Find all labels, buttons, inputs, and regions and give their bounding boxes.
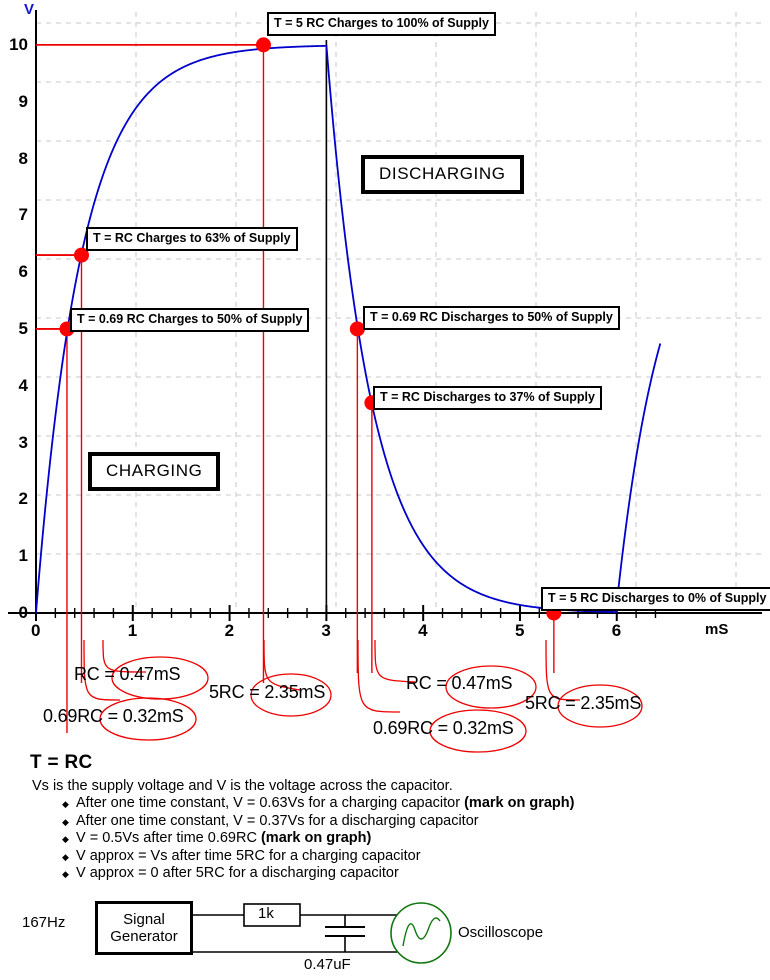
notes-bullet-0: After one time constant, V = 0.63Vs for … [62,795,588,813]
notes-bullet-1: After one time constant, V = 0.37Vs for … [62,813,588,831]
circuit-diagram: 167Hz Signal Generator 1k 0.47uF Oscillo… [0,890,770,980]
y-axis-title: V [24,1,35,18]
x-tick-0: 0 [31,621,41,640]
notes-subtitle: Vs is the supply voltage and V is the vo… [32,778,453,794]
callout-discharge-069rc: T = 0.69 RC Discharges to 50% of Supply [363,306,620,330]
y-tick-1: 1 [18,546,28,566]
notes-bullet-text: After one time constant, V = 0.37Vs for … [76,812,479,829]
signal-generator-line2: Generator [110,928,178,945]
signal-generator-label: Signal Generator [96,902,192,954]
x-tick-1: 1 [127,621,138,640]
y-tick-4: 4 [18,375,28,395]
discharging-label-box: DISCHARGING [361,155,524,194]
x-axis-title: mS [705,621,729,638]
rc-charging-discharging-figure: 10 9 8 7 6 5 4 3 2 1 0 0123456 V mS T = 5 RC Charg… [0,0,770,980]
x-tick-5: 5 [514,621,525,640]
y-tick-7: 7 [18,205,28,225]
value-discharge-069rc: 0.69RC = 0.32mS [373,718,514,738]
notes-bullet-emphasis: (mark on graph) [464,795,575,811]
y-tick-2: 2 [18,489,28,509]
x-tick-3: 3 [321,621,331,640]
notes-bullet-emphasis: (mark on graph) [260,830,372,846]
oscilloscope-label: Oscilloscope [458,924,544,941]
y-tick-9: 9 [18,91,28,111]
callout-discharge-rc: T = RC Discharges to 37% of Supply [373,386,602,410]
notes-title: T = RC [30,752,93,773]
callout-discharge-5rc: T = 5 RC Discharges to 0% of Supply [541,587,770,611]
notes-block: T = RC Vs is the supply voltage and V is… [28,752,588,883]
y-tick-0: 0 [18,603,28,622]
y-tick-10: 10 [9,34,28,54]
callout-charge-069rc: T = 0.69 RC Charges to 50% of Supply [70,308,310,332]
notes-bullet-list: After one time constant, V = 0.63Vs for … [28,795,588,883]
notes-bullet-3: V approx = Vs after time 5RC for a charg… [62,848,588,866]
x-tick-6: 6 [611,621,622,640]
y-tick-3: 3 [18,432,28,452]
callout-charge-5rc: T = 5 RC Charges to 100% of Supply [267,12,496,36]
notes-bullet-2: V = 0.5Vs after time 0.69RC (mark on gra… [62,830,588,848]
notes-bullet-text: V approx = 0 after 5RC for a discharging… [76,865,399,881]
value-charge-rc: RC = 0.47mS [74,664,181,684]
callout-charge-rc: T = RC Charges to 63% of Supply [86,227,298,251]
y-tick-5: 5 [18,318,28,338]
y-tick-6: 6 [18,262,28,282]
oscilloscope-circle [390,902,452,964]
charging-label-box: CHARGING [88,452,221,491]
notes-bullet-text: V = 0.5Vs after time 0.69RC [76,830,261,846]
value-charge-069rc: 0.69RC = 0.32mS [43,706,184,726]
notes-bullet-text: V approx = Vs after time 5RC for a charg… [76,847,421,864]
notes-bullet-text: After one time constant, V = 0.63Vs for … [76,795,465,811]
resistor-label: 1k [258,905,274,922]
y-tick-8: 8 [18,148,28,168]
frequency-label: 167Hz [22,914,66,931]
capacitor-label: 0.47uF [304,956,351,973]
signal-generator-line1: Signal [123,911,165,928]
notes-bullet-4: V approx = 0 after 5RC for a discharging… [62,865,588,883]
value-charge-5rc: 5RC = 2.35mS [209,682,326,702]
value-discharge-rc: RC = 0.47mS [406,673,513,693]
x-tick-4: 4 [418,621,428,640]
value-discharge-5rc: 5RC = 2.35mS [525,693,642,713]
x-tick-2: 2 [224,621,235,640]
